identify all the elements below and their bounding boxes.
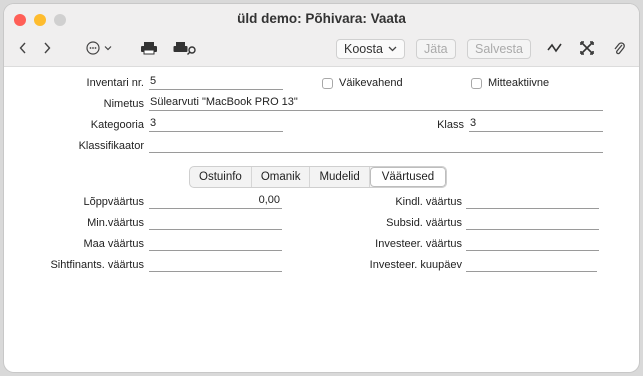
print-setup-button[interactable]	[172, 36, 198, 60]
printer-search-icon	[173, 42, 196, 55]
investeer-vaartus-label: Investeer. väärtus	[375, 238, 462, 250]
investeer-kuupaev-label: Investeer. kuupäev	[369, 259, 462, 271]
chevron-right-icon	[44, 42, 51, 54]
kategooria-field[interactable]: 3	[149, 117, 283, 132]
minvaartus-label: Min.väärtus	[87, 217, 144, 229]
koosta-button[interactable]: Koosta	[336, 39, 405, 59]
investeer-kuupaev-field[interactable]	[466, 257, 597, 272]
inventari-label: Inventari nr.	[86, 77, 144, 89]
sihtfinants-field[interactable]	[149, 257, 282, 272]
salvesta-button[interactable]: Salvesta	[467, 39, 531, 59]
klassifikaator-label: Klassifikaator	[78, 140, 144, 152]
back-button[interactable]	[16, 36, 30, 60]
chevron-down-icon	[388, 46, 397, 52]
klass-label: Klass	[437, 119, 464, 131]
ellipsis-circle-icon	[86, 41, 112, 55]
activity-icon	[547, 43, 562, 53]
kategooria-label: Kategooria	[90, 119, 144, 131]
tab-omanik[interactable]: Omanik	[252, 167, 311, 187]
klassifikaator-field[interactable]	[149, 138, 603, 153]
vaikevahend-label: Väikevahend	[339, 77, 403, 89]
mitteaktiivne-checkbox[interactable]: Mitteaktiivne	[471, 77, 549, 89]
maavaartus-label: Maa väärtus	[83, 238, 144, 250]
nimetus-field[interactable]: Sülearvuti "MacBook PRO 13"	[149, 96, 603, 111]
kindl-vaartus-label: Kindl. väärtus	[395, 196, 462, 208]
app-window: üld demo: Põhivara: Vaata Koosta Jäta Sa…	[4, 4, 639, 372]
tab-mudelid[interactable]: Mudelid	[310, 167, 370, 187]
inventari-field[interactable]: 5	[149, 75, 283, 90]
mitteaktiivne-box[interactable]	[471, 77, 482, 89]
tab-bar: Ostuinfo Omanik Mudelid Väärtused	[189, 166, 448, 188]
jata-button[interactable]: Jäta	[416, 39, 456, 59]
form-area: Inventari nr. 5 Väikevahend Mitteaktiivn…	[4, 67, 639, 372]
more-actions-button[interactable]	[84, 36, 118, 60]
printer-icon	[141, 42, 157, 55]
titlebar: üld demo: Põhivara: Vaata Koosta Jäta Sa…	[4, 4, 639, 67]
kindl-vaartus-field[interactable]	[466, 194, 599, 209]
tab-ostuinfo[interactable]: Ostuinfo	[190, 167, 252, 187]
window-title: üld demo: Põhivara: Vaata	[237, 11, 406, 26]
loppvaartus-field[interactable]: 0,00	[149, 194, 282, 209]
salvesta-label: Salvesta	[475, 42, 523, 56]
subsid-vaartus-label: Subsid. väärtus	[386, 217, 462, 229]
tab-vaartused[interactable]: Väärtused	[369, 167, 447, 187]
vaikevahend-box[interactable]	[322, 77, 333, 89]
attach-button[interactable]	[610, 36, 628, 60]
vaikevahend-checkbox[interactable]: Väikevahend	[322, 77, 403, 89]
koosta-label: Koosta	[344, 42, 383, 56]
subsid-vaartus-field[interactable]	[466, 215, 599, 230]
mitteaktiivne-label: Mitteaktiivne	[488, 77, 550, 89]
nimetus-label: Nimetus	[103, 98, 144, 110]
klass-field[interactable]: 3	[469, 117, 603, 132]
loppvaartus-label: Lõppväärtus	[83, 196, 144, 208]
sihtfinants-label: Sihtfinants. väärtus	[50, 259, 144, 271]
maavaartus-field[interactable]	[149, 236, 282, 251]
toolbar: Koosta Jäta Salvesta	[4, 36, 639, 62]
activity-button[interactable]	[546, 36, 564, 60]
paperclip-icon	[614, 42, 625, 55]
minvaartus-field[interactable]	[149, 215, 282, 230]
print-button[interactable]	[138, 36, 160, 60]
chevron-left-icon	[19, 42, 26, 54]
forward-button[interactable]	[40, 36, 54, 60]
jata-label: Jäta	[424, 42, 448, 56]
investeer-vaartus-field[interactable]	[466, 236, 599, 251]
link-button[interactable]	[578, 36, 596, 60]
link-icon	[580, 41, 594, 55]
